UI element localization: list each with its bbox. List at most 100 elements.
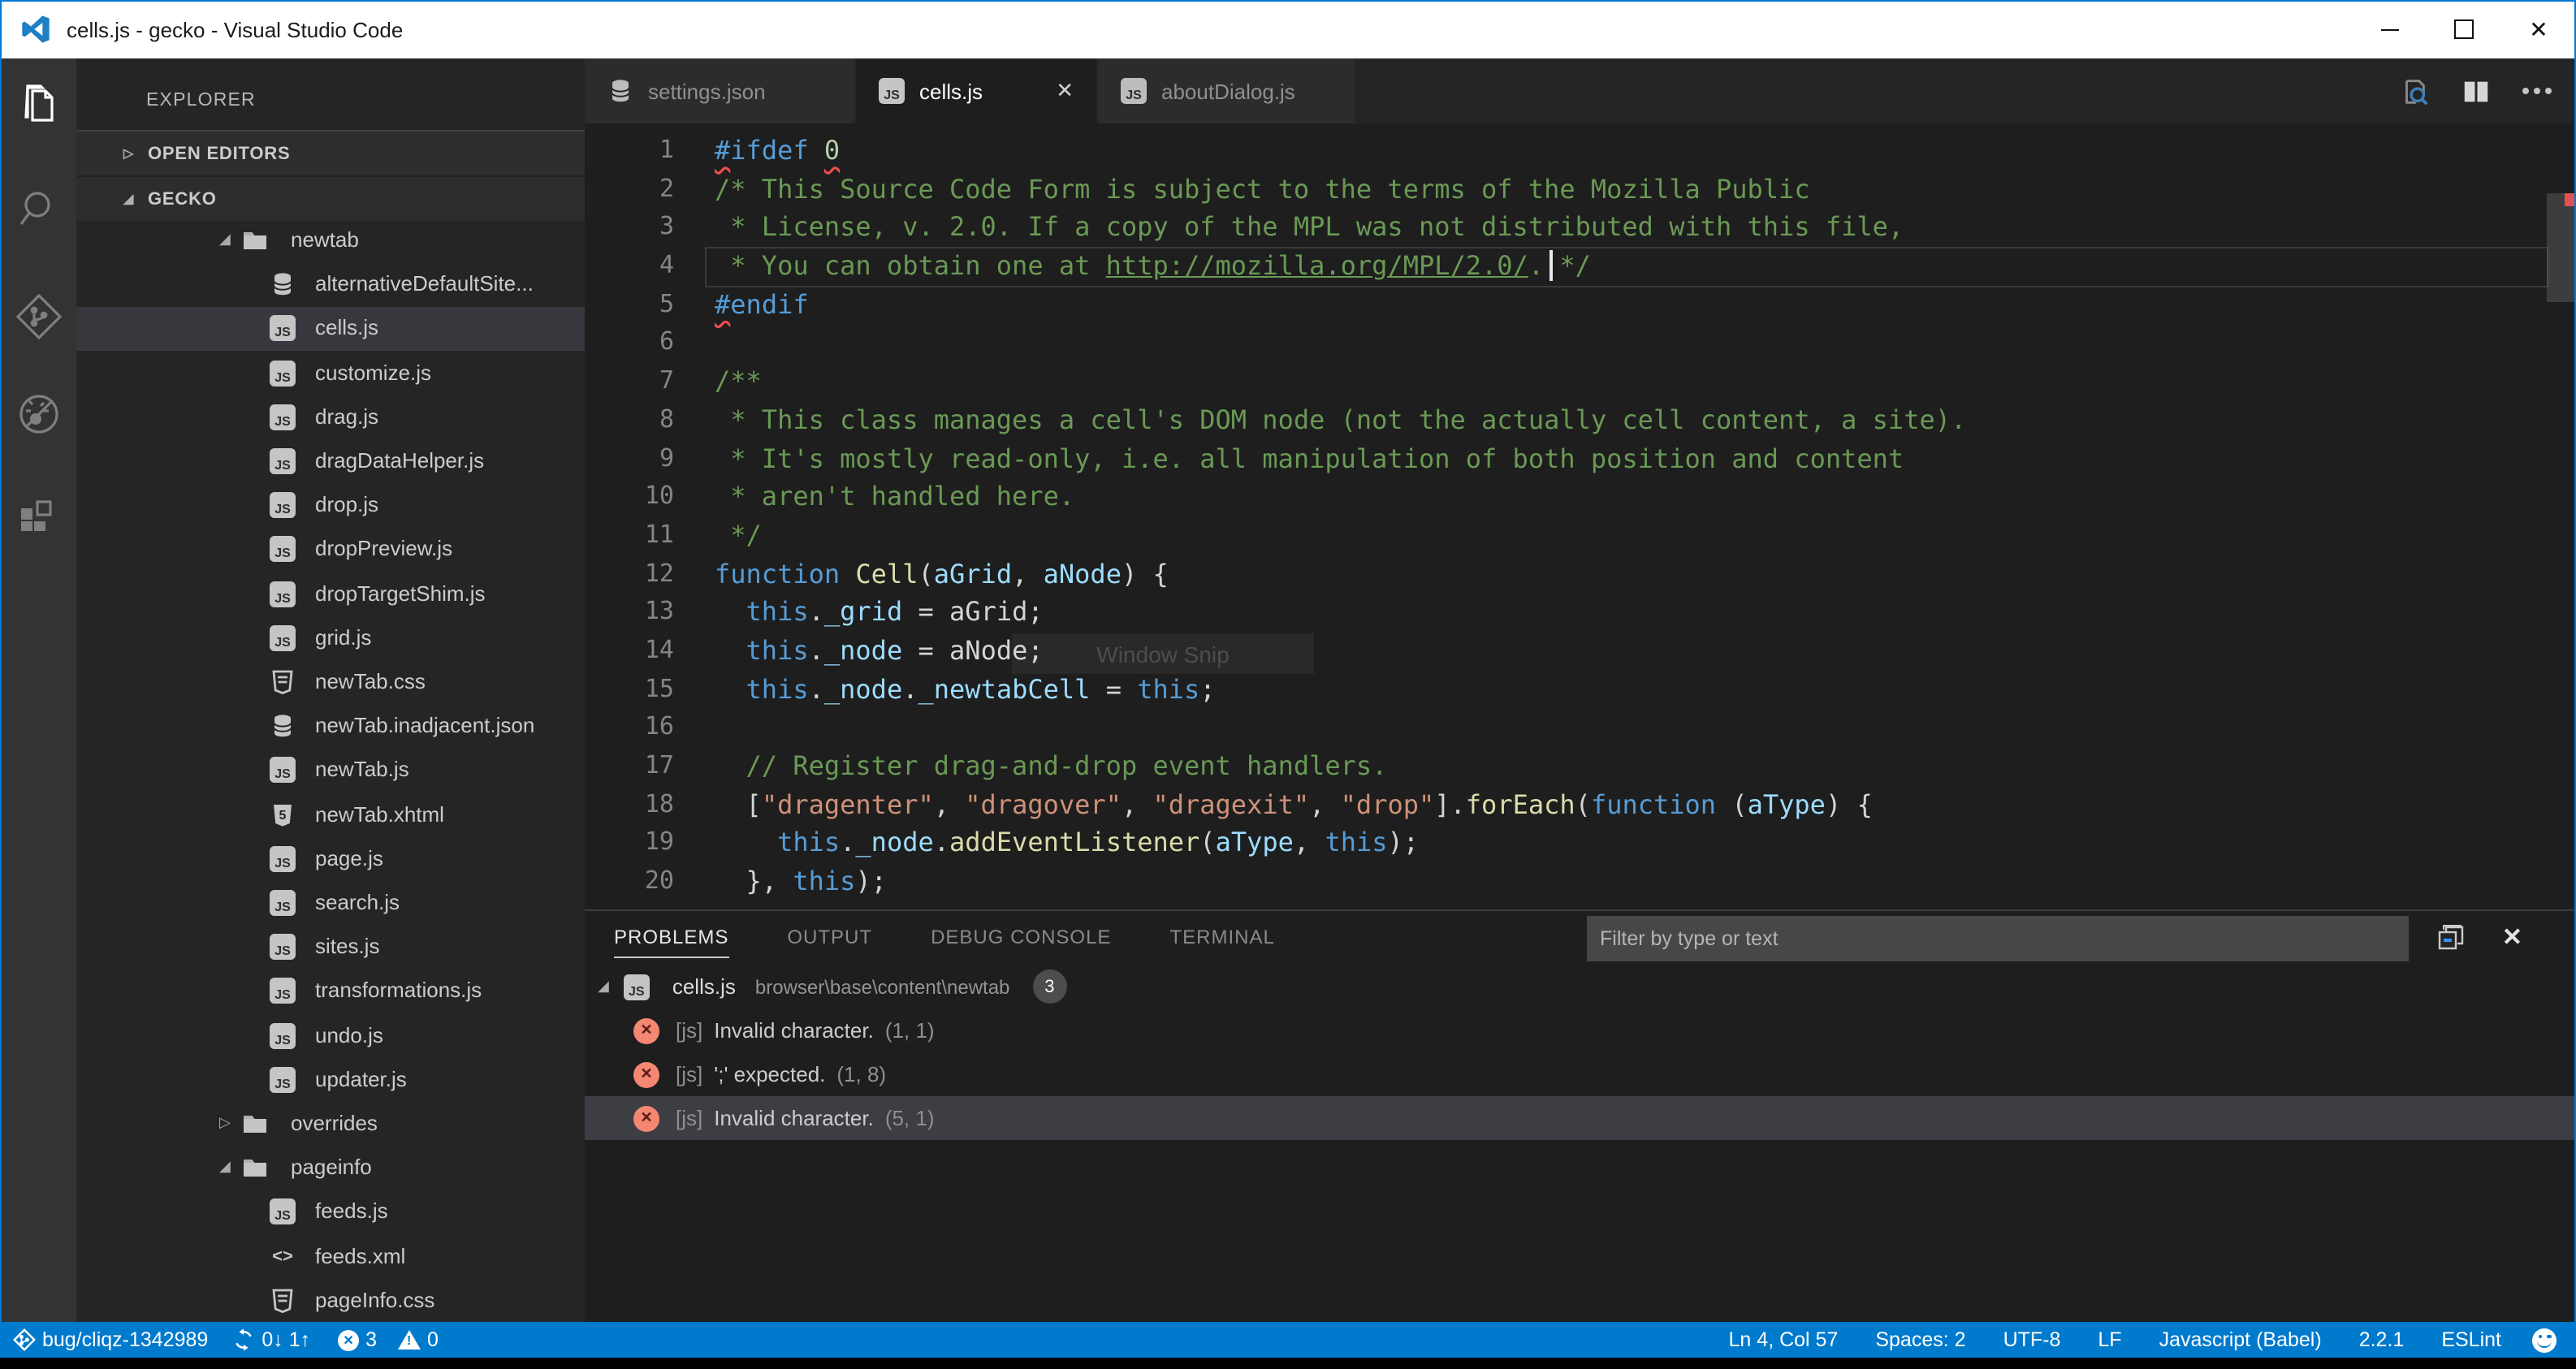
error-icon: ✕ [338,1329,359,1350]
tree-item-label: drag.js [315,404,378,429]
split-editor-icon[interactable] [2461,76,2492,106]
code-line: 15 this._node._newtabCell = this; [585,670,2574,708]
panel-tab-output[interactable]: OUTPUT [787,926,872,958]
code-line-text: ["dragenter", "dragover", "dragexit", "d… [674,785,1873,823]
tree-item-newtab-css[interactable]: newTab.css [76,661,585,705]
code-line-text: this._node.addEventListener(aType, this)… [674,824,1419,862]
status-item-ln-4-col-57[interactable]: Ln 4, Col 57 [1729,1328,1839,1351]
tab-aboutdialog-js[interactable]: JSaboutDialog.js [1098,58,1356,123]
tree-item-customize-js[interactable]: JScustomize.js [76,352,585,395]
code-line-text: // Register drag-and-drop event handlers… [674,747,1387,785]
tree-item-label: dropPreview.js [315,537,452,561]
tree-item-dragdatahelper-js[interactable]: JSdragDataHelper.js [76,440,585,484]
status-item-spaces-2[interactable]: Spaces: 2 [1875,1328,1965,1351]
problem-source: [js] [676,1062,702,1086]
chevron-right-icon: ▷ [123,146,140,161]
tree-item-search-js[interactable]: JSsearch.js [76,882,585,926]
tree-item-sites-js[interactable]: JSsites.js [76,926,585,970]
file-icon [270,669,296,695]
tree-item-undo-js[interactable]: JSundo.js [76,1014,585,1058]
editor-region: settings.jsonJScells.js✕JSaboutDialog.js… [585,58,2574,1322]
status-item-javascript-babel-[interactable]: Javascript (Babel) [2159,1328,2322,1351]
minimize-button[interactable] [2352,0,2427,58]
activity-bar-item-explorer[interactable] [2,67,76,141]
tree-item-grid-js[interactable]: JSgrid.js [76,617,585,661]
tree-item-page-js[interactable]: JSpage.js [76,838,585,882]
tree-item-pageinfo-css[interactable]: pageInfo.css [76,1280,585,1322]
feedback-smiley-icon[interactable] [2532,1328,2557,1352]
activity-bar-item-extensions[interactable] [2,476,76,551]
close-panel-icon[interactable]: ✕ [2502,922,2522,952]
tree-item-newtab-xhtml[interactable]: 5newTab.xhtml [76,793,585,837]
js-file-icon: JS [270,1022,296,1048]
tree-item-drag-js[interactable]: JSdrag.js [76,396,585,440]
title-bar: cells.js - gecko - Visual Studio Code ✕ [0,0,2576,58]
activity-bar-item-source-control[interactable] [2,279,76,354]
js-file-icon: JS [624,974,650,1000]
section-open-editors[interactable]: ▷ OPEN EDITORS [76,130,585,175]
vscode-window: cells.js - gecko - Visual Studio Code ✕ … [0,0,2576,1369]
tree-item-droptargetshim-js[interactable]: JSdropTargetShim.js [76,572,585,616]
close-button[interactable]: ✕ [2501,0,2576,58]
tree-item-overrides[interactable]: ▷overrides [76,1103,585,1147]
code-line-text: * License, v. 2.0. If a copy of the MPL … [674,209,1904,247]
status-item-lf[interactable]: LF [2098,1328,2121,1351]
tree-item-label: pageinfo [291,1155,372,1179]
tab-settings-json[interactable]: settings.json [585,58,856,123]
problem-row[interactable]: ✕[js]Invalid character.(5, 1) [585,1096,2574,1140]
tree-item-feeds-xml[interactable]: <>feeds.xml [76,1235,585,1279]
status-item-utf-8[interactable]: UTF-8 [2003,1328,2061,1351]
line-number: 11 [585,516,674,555]
panel-tab-problems[interactable]: PROBLEMS [614,926,728,958]
tab-cells-js[interactable]: JScells.js✕ [856,58,1098,123]
git-branch-item[interactable]: bug/cliqz-1342989 [13,1328,208,1351]
activity-bar-item-debug[interactable] [2,377,76,451]
tree-item-newtab-inadjacent-json[interactable]: newTab.inadjacent.json [76,705,585,749]
sync-item[interactable]: 0↓ 1↑ [232,1328,310,1351]
panel-actions: ✕ [2439,922,2522,952]
code-line: 18 ["dragenter", "dragover", "dragexit",… [585,785,2574,823]
error-count: 3 [365,1328,377,1351]
errors-item[interactable]: ✕ 3 [338,1328,377,1351]
section-gecko[interactable]: ◢ GECKO [76,175,585,221]
tree-item-cells-js[interactable]: JScells.js [76,308,585,352]
tree-item-transformations-js[interactable]: JStransformations.js [76,970,585,1014]
problem-message: Invalid character. [714,1106,874,1130]
problems-filter-input[interactable] [1587,916,2409,961]
maximize-panel-icon[interactable] [2439,923,2466,951]
tree-item-newtab-js[interactable]: JSnewTab.js [76,749,585,793]
activity-bar-item-search[interactable] [2,171,76,245]
tree-item-droppreview-js[interactable]: JSdropPreview.js [76,529,585,572]
panel-tab-terminal[interactable]: TERMINAL [1169,926,1274,958]
tree-item-label: cells.js [315,316,378,340]
tree-item-alternativedefaultsite-[interactable]: alternativeDefaultSite... [76,263,585,307]
more-actions-icon[interactable] [2522,88,2552,94]
code-line-text: */ [674,516,762,555]
extensions-icon [15,489,63,538]
warnings-item[interactable]: ! 0 [398,1328,439,1351]
js-file-icon: JS [270,448,296,474]
status-item-eslint[interactable]: ESLint [2441,1328,2501,1351]
tree-item-drop-js[interactable]: JSdrop.js [76,484,585,528]
open-changes-icon[interactable] [2399,76,2430,106]
problem-row[interactable]: ✕[js]Invalid character.(1, 1) [585,1008,2574,1052]
code-line-text: * aren't handled here. [674,477,1074,516]
maximize-button[interactable] [2427,0,2501,58]
tree-item-feeds-js[interactable]: JSfeeds.js [76,1191,585,1235]
js-file-icon: JS [270,978,296,1004]
file-icon [270,713,296,739]
code-line-text [674,324,715,362]
panel-tab-debug-console[interactable]: DEBUG CONSOLE [931,926,1111,958]
close-tab-icon[interactable]: ✕ [1033,78,1074,104]
problems-file-group[interactable]: ◢ JS cells.js browser\base\content\newta… [585,965,2574,1008]
tree-item-updater-js[interactable]: JSupdater.js [76,1059,585,1103]
editor-scrollbar[interactable] [2547,193,2574,302]
tree-item-newtab[interactable]: ◢newtab [76,219,585,263]
error-icon: ✕ [633,1061,659,1087]
code-editor[interactable]: 1#ifdef 02/* This Source Code Form is su… [585,123,2574,909]
problem-row[interactable]: ✕[js]';' expected.(1, 8) [585,1052,2574,1096]
tree-item-label: pageInfo.css [315,1288,434,1312]
tree-item-pageinfo[interactable]: ◢pageinfo [76,1147,585,1190]
status-item-2-2-1[interactable]: 2.2.1 [2359,1328,2405,1351]
problems-panel: PROBLEMS OUTPUT DEBUG CONSOLE TERMINAL ✕ ◢ … [585,909,2574,1322]
